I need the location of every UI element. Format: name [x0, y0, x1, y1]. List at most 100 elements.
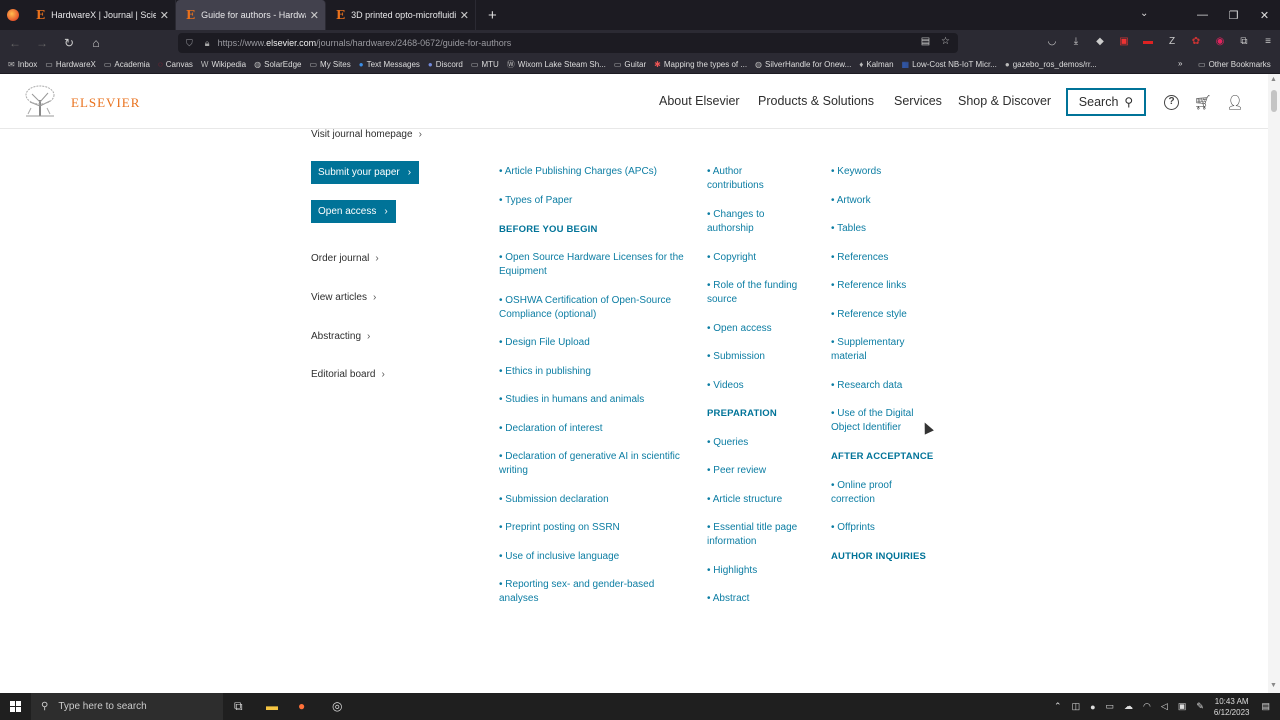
toc-link[interactable]: • Peer review [707, 464, 766, 478]
toc-link[interactable]: • Artwork [831, 194, 871, 208]
firefox-icon[interactable] [0, 0, 26, 30]
browser-tab-active[interactable]: E Guide for authors - HardwareX ✕ [176, 0, 326, 30]
bookmark[interactable]: ▭ MTU [471, 60, 499, 69]
view-articles-link[interactable]: View articles › [311, 292, 376, 303]
toc-link[interactable]: • Offprints [831, 521, 875, 535]
display-icon[interactable]: ▣ [1178, 701, 1187, 712]
notifications-icon[interactable]: ▤ [1261, 701, 1270, 712]
abstracting-link[interactable]: Abstracting › [311, 331, 370, 342]
nav-about-elsevier[interactable]: About Elsevier [659, 94, 740, 108]
app-taskbar-icon[interactable]: ◎ [332, 699, 342, 713]
other-bookmarks[interactable]: ▭ Other Bookmarks [1198, 60, 1271, 69]
taskbar-clock[interactable]: 10:43 AM 6/12/2023 [1214, 696, 1250, 718]
toc-link[interactable]: • Open Source Hardware Licenses for the … [499, 251, 689, 280]
toc-section-heading[interactable]: AFTER ACCEPTANCE [831, 450, 933, 464]
bookmark[interactable]: ◍ SolarEdge [254, 60, 301, 69]
bookmark[interactable]: ✱ Mapping the types of ... [654, 60, 747, 69]
bookmark[interactable]: ♦ Kalman [859, 60, 893, 69]
toc-link[interactable]: • Queries [707, 436, 748, 450]
toc-link[interactable]: • Use of the Digital Object Identifier [831, 407, 921, 436]
pen-icon[interactable]: ✎ [1196, 701, 1204, 712]
close-window-icon[interactable]: ✕ [1249, 9, 1280, 22]
extension-icon[interactable]: ▬ [1136, 36, 1160, 47]
nav-products-solutions[interactable]: Products & Solutions [758, 94, 874, 108]
tray-overflow-icon[interactable]: ⌃ [1054, 701, 1062, 712]
toc-link[interactable]: • Highlights [707, 564, 757, 578]
toc-link[interactable]: • Research data [831, 379, 902, 393]
toc-section-heading[interactable]: BEFORE YOU BEGIN [499, 223, 598, 237]
toc-link[interactable]: • OSHWA Certification of Open-Source Com… [499, 294, 679, 323]
toc-link[interactable]: • Ethics in publishing [499, 365, 591, 379]
windows-start-icon[interactable] [0, 701, 30, 712]
toc-link[interactable]: • Role of the funding source [707, 279, 807, 308]
bookmark[interactable]: ▭ HardwareX [45, 60, 96, 69]
extension-icon[interactable]: ◉ [1208, 36, 1232, 47]
scroll-thumb[interactable] [1271, 90, 1277, 112]
back-icon[interactable]: ← [3, 36, 27, 50]
taskbar-search-box[interactable]: ⚲ Type here to search [31, 693, 223, 720]
downloads-icon[interactable]: ⤓ [1064, 36, 1088, 47]
tray-app-icon[interactable]: ◫ [1072, 701, 1081, 712]
extension-icon[interactable]: ✿ [1184, 36, 1208, 47]
minimize-icon[interactable]: — [1187, 9, 1218, 21]
reload-icon[interactable]: ↻ [57, 36, 81, 50]
url-bar[interactable]: ⛉ 🔒︎ https://www. elsevier.com/journals/h… [178, 33, 958, 53]
toc-link[interactable]: • Declaration of generative AI in scient… [499, 450, 689, 479]
toc-link[interactable]: • Reference style [831, 308, 907, 322]
toc-link[interactable]: • Types of Paper [499, 194, 572, 208]
bookmark[interactable]: ● gazebo_ros_demos/rr... [1005, 60, 1097, 69]
toc-link[interactable]: • Article structure [707, 493, 782, 507]
firefox-taskbar-icon[interactable]: ● [298, 699, 305, 713]
battery-icon[interactable]: ▭ [1106, 701, 1115, 712]
nav-shop-discover[interactable]: Shop & Discover [958, 94, 1051, 108]
toc-link[interactable]: • Keywords [831, 165, 881, 179]
restore-icon[interactable]: ❐ [1218, 9, 1249, 22]
toc-link[interactable]: • References [831, 251, 888, 265]
new-tab-icon[interactable]: + [488, 7, 497, 24]
toc-link[interactable]: • Submission [707, 350, 765, 364]
reader-view-icon[interactable]: ▤ [921, 36, 930, 47]
pocket-icon[interactable]: ◡ [1040, 36, 1064, 47]
editorial-board-link[interactable]: Editorial board › [311, 369, 385, 380]
extension-icon[interactable]: ▣ [1112, 36, 1136, 47]
more-bookmarks-icon[interactable]: » [1178, 59, 1182, 68]
menu-icon[interactable]: ≡ [1256, 36, 1280, 47]
help-icon[interactable]: ? [1164, 95, 1179, 110]
shield-icon[interactable]: ⛉ [186, 38, 193, 49]
toc-link[interactable]: • Copyright [707, 251, 756, 265]
bookmark[interactable]: ● Discord [428, 60, 463, 69]
extension-icon[interactable]: Z [1160, 36, 1184, 47]
bookmark[interactable]: ◍ SilverHandle for Onew... [755, 60, 851, 69]
bookmark[interactable]: ▭ My Sites [309, 60, 350, 69]
extensions-puzzle-icon[interactable]: ⧉ [1232, 36, 1256, 47]
cart-icon[interactable]: 🛒︎ [1194, 94, 1212, 111]
search-button[interactable]: Search ⚲ [1066, 88, 1146, 116]
bookmark[interactable]: ◌ Canvas [158, 60, 193, 69]
toc-link[interactable]: • Abstract [707, 592, 749, 606]
toc-link[interactable]: • Videos [707, 379, 744, 393]
submit-paper-button[interactable]: Submit your paper › [311, 161, 420, 184]
home-icon[interactable]: ⌂ [84, 36, 108, 50]
close-tab-icon[interactable]: ✕ [160, 9, 169, 22]
toc-link[interactable]: • Author contributions [707, 165, 787, 194]
bookmark-star-icon[interactable]: ☆ [941, 36, 950, 47]
lock-icon[interactable]: 🔒︎ [205, 38, 210, 49]
toc-link[interactable]: • Tables [831, 222, 866, 236]
scroll-down-icon[interactable]: ▼ [1270, 682, 1277, 689]
toc-link[interactable]: • Essential title page information [707, 521, 807, 550]
toc-section-heading[interactable]: AUTHOR INQUIRIES [831, 550, 926, 564]
extension-icon[interactable]: ◆ [1088, 36, 1112, 47]
toc-section-heading[interactable]: PREPARATION [707, 407, 777, 421]
toc-link[interactable]: • Design File Upload [499, 336, 590, 350]
toc-link[interactable]: • Reference links [831, 279, 906, 293]
toc-link[interactable]: • Article Publishing Charges (APCs) [499, 165, 657, 179]
close-tab-icon[interactable]: ✕ [310, 9, 319, 22]
tab-list-chevron-icon[interactable]: ⌄ [1140, 8, 1148, 19]
open-access-button[interactable]: Open access › [311, 200, 396, 223]
toc-link[interactable]: • Reporting sex- and gender-based analys… [499, 578, 669, 607]
wifi-icon[interactable]: ◠ [1143, 701, 1151, 712]
toc-link[interactable]: • Supplementary material [831, 336, 916, 365]
scroll-up-icon[interactable]: ▲ [1270, 76, 1277, 83]
nav-services[interactable]: Services [894, 94, 942, 108]
file-explorer-icon[interactable]: ▬ [266, 699, 278, 713]
